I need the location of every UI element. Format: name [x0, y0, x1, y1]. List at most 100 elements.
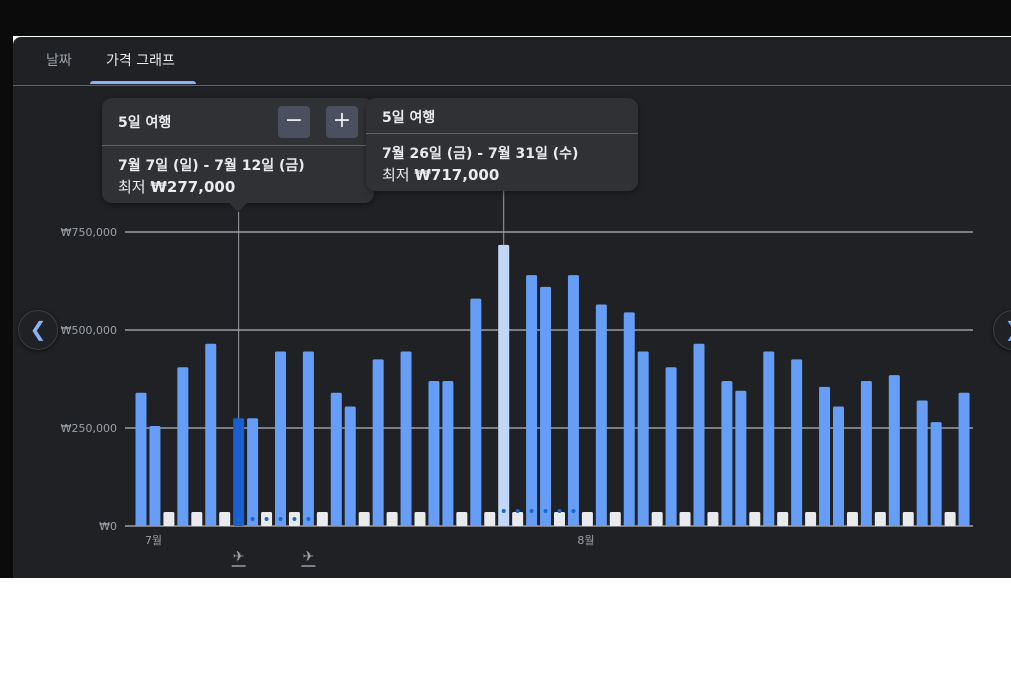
empty-price-bar: [414, 512, 426, 526]
price-chart: ₩0 ₩250,000 ₩500,000 ₩750,000 7월 8월 ✈ ✈ ❮ ❯ 5일 …: [13, 85, 1011, 578]
tooltip-divider: [366, 133, 638, 134]
trip-range-dot: [236, 517, 241, 521]
price-bar: [791, 359, 803, 526]
price-bar: [428, 380, 440, 526]
price-bar: [623, 312, 635, 526]
price-prefix: 최저: [118, 178, 146, 196]
price-bar: [721, 380, 733, 526]
price-bar: [735, 390, 747, 526]
trip-range-dot: [264, 517, 269, 521]
empty-price-bar: [456, 512, 468, 526]
x-tick-label: 8월: [577, 534, 594, 547]
trip-dates: 7월 26일 (금) - 7월 31일 (수): [382, 146, 579, 162]
empty-price-bar: [749, 512, 761, 526]
tooltip-pointer: [229, 203, 247, 212]
price-bar: [275, 351, 286, 526]
price-bar: [149, 426, 161, 526]
price-bar: [372, 359, 384, 526]
price-bar: [693, 343, 705, 526]
price-bar: [330, 392, 342, 526]
price-bar: [888, 375, 900, 526]
hover-range-dot: [557, 509, 562, 513]
left-backdrop: [0, 36, 13, 578]
previous-button[interactable]: ❮: [18, 310, 58, 350]
empty-price-bar: [902, 512, 914, 526]
x-tick-label: 7월: [145, 534, 162, 547]
price-bar: [302, 351, 314, 526]
price-bar: [344, 406, 356, 526]
hover-range-dot: [543, 509, 548, 513]
price-bar: [930, 422, 942, 526]
y-tick-label: ₩500,000: [61, 324, 117, 337]
hover-range-dot: [571, 509, 576, 513]
chevron-left-icon: ❮: [29, 317, 47, 341]
price-bar: [135, 392, 147, 526]
tab-price-graph[interactable]: 가격 그래프: [106, 50, 175, 70]
price-bar: [916, 400, 928, 526]
trip-length-label: 5일 여행: [118, 115, 172, 131]
trip-range-dot: [250, 517, 255, 521]
price-bar: [763, 351, 775, 526]
trip-range-dot: [292, 517, 297, 521]
tab-dates[interactable]: 날짜: [46, 50, 72, 70]
price-bar: [400, 351, 412, 526]
airplane-arrival-icon: ✈: [303, 549, 315, 565]
price-bar: [567, 275, 579, 526]
trip-price: 최저 ₩277,000: [118, 176, 235, 197]
empty-price-bar: [874, 512, 886, 526]
trip-range-dot: [278, 517, 283, 521]
hover-range-dot: [515, 509, 520, 513]
price-bar: [205, 343, 217, 526]
empty-price-bar: [679, 512, 691, 526]
price-bar: [860, 380, 872, 526]
price-bar: [958, 392, 970, 526]
y-tick-label: ₩750,000: [61, 226, 117, 239]
price-bar: [833, 406, 844, 526]
hover-range-dot: [529, 509, 534, 513]
hovered-price-bar: [498, 244, 510, 526]
top-search-bar: [0, 0, 1011, 36]
hover-range-dot: [501, 509, 506, 513]
empty-price-bar: [581, 512, 593, 526]
chevron-right-icon: ❯: [1005, 317, 1011, 341]
empty-price-bar: [512, 512, 524, 526]
price-bar: [177, 367, 189, 526]
trip-length-label: 5일 여행: [382, 110, 436, 126]
empty-price-bar: [651, 512, 663, 526]
price-bar: [470, 298, 482, 526]
tab-bar: 날짜 가격 그래프: [13, 37, 1011, 86]
increase-trip-length-button[interactable]: +: [326, 106, 358, 138]
price-prefix: 최저: [382, 166, 410, 184]
price-bar: [526, 275, 538, 526]
empty-price-bar: [358, 512, 370, 526]
price-bar: [595, 304, 607, 526]
empty-price-bar: [219, 512, 231, 526]
price-bar: [442, 380, 454, 526]
empty-price-bar: [316, 512, 328, 526]
airplane-departure-icon: ✈: [233, 549, 245, 565]
empty-price-bar: [554, 512, 565, 526]
empty-price-bar: [191, 512, 203, 526]
empty-price-bar: [386, 512, 398, 526]
tooltip-divider: [102, 145, 374, 146]
price-value: ₩717,000: [414, 166, 500, 184]
price-value: ₩277,000: [150, 178, 236, 196]
empty-price-bar: [805, 512, 817, 526]
price-bar: [637, 351, 649, 526]
empty-price-bar: [163, 512, 175, 526]
price-graph-panel: 날짜 가격 그래프 ₩0 ₩250,000 ₩500,000 ₩750,000 7월 8월…: [13, 37, 1011, 578]
empty-price-bar: [777, 512, 789, 526]
empty-price-bar: [609, 512, 621, 526]
trip-range-dot: [306, 517, 311, 521]
empty-price-bar: [944, 512, 956, 526]
selected-trip-tooltip: 5일 여행 − + 7월 7일 (일) - 7월 12일 (금) 최저 ₩277…: [102, 98, 374, 203]
empty-price-bar: [484, 512, 496, 526]
selected-price-bar: [233, 418, 245, 526]
hover-trip-tooltip: 5일 여행 7월 26일 (금) - 7월 31일 (수) 최저 ₩717,00…: [366, 98, 638, 191]
price-bar: [247, 418, 259, 526]
decrease-trip-length-button[interactable]: −: [278, 106, 310, 138]
empty-price-bar: [846, 512, 858, 526]
trip-price: 최저 ₩717,000: [382, 164, 499, 185]
empty-price-bar: [707, 512, 719, 526]
price-bar: [819, 386, 831, 526]
